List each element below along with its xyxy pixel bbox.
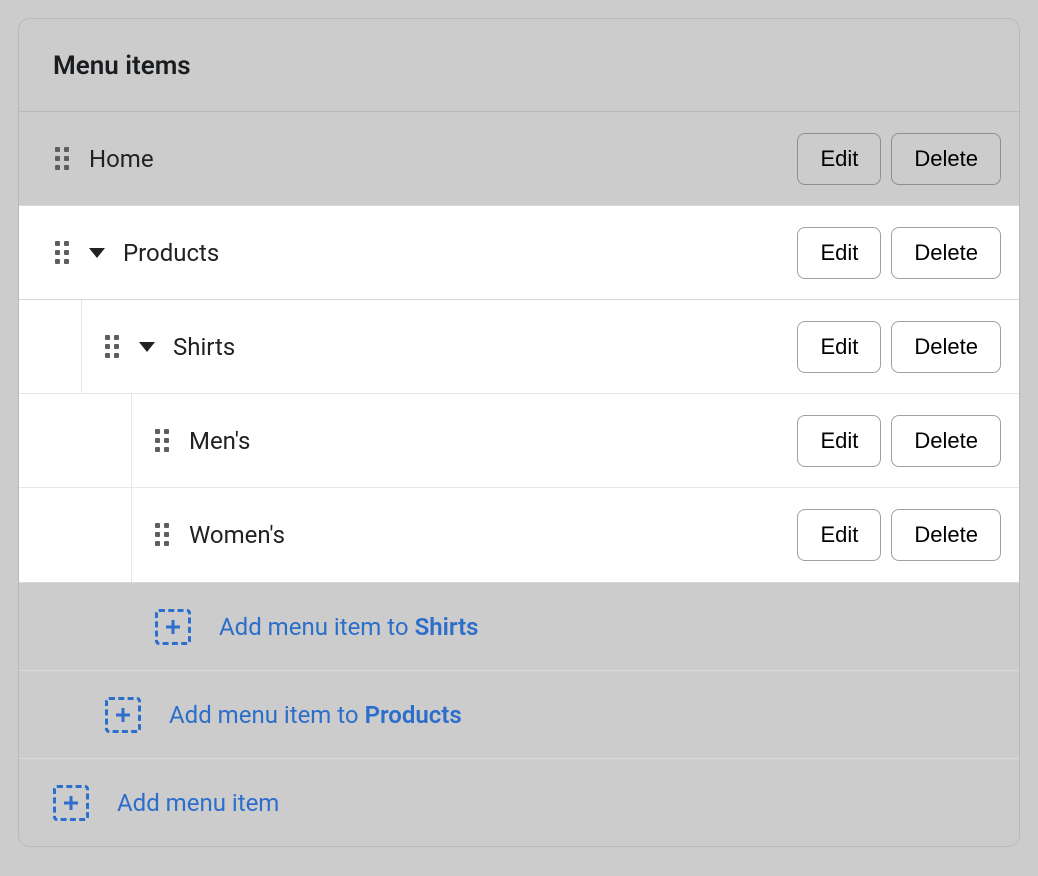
plus-icon xyxy=(53,785,89,821)
delete-button[interactable]: Delete xyxy=(891,415,1001,467)
menu-item-mens: Men's Edit Delete xyxy=(19,394,1019,488)
menu-item-home: Home Edit Delete xyxy=(19,112,1019,206)
card-header: Menu items xyxy=(19,19,1019,112)
add-menu-item-to-shirts[interactable]: Add menu item to Shirts xyxy=(19,582,1019,670)
delete-button[interactable]: Delete xyxy=(891,509,1001,561)
menu-item-products: Products Edit Delete xyxy=(19,206,1019,300)
collapse-icon[interactable] xyxy=(139,342,155,352)
add-link-label: Add menu item xyxy=(117,789,279,817)
collapse-icon[interactable] xyxy=(89,248,105,258)
products-children: Shirts Edit Delete Men's Edit Delete xyxy=(19,300,1019,582)
drag-handle-icon[interactable] xyxy=(53,239,71,267)
edit-button[interactable]: Edit xyxy=(797,227,881,279)
drag-handle-icon[interactable] xyxy=(153,521,171,549)
add-menu-item[interactable]: Add menu item xyxy=(19,758,1019,846)
menu-item-label: Men's xyxy=(189,427,250,455)
add-menu-item-to-products[interactable]: Add menu item to Products xyxy=(19,670,1019,758)
drag-handle-icon[interactable] xyxy=(103,333,121,361)
add-prefix: Add menu item to xyxy=(219,613,415,641)
delete-button[interactable]: Delete xyxy=(891,133,1001,185)
add-target: Shirts xyxy=(415,613,479,641)
delete-button[interactable]: Delete xyxy=(891,227,1001,279)
edit-button[interactable]: Edit xyxy=(797,509,881,561)
drag-handle-icon[interactable] xyxy=(153,427,171,455)
plus-icon xyxy=(155,609,191,645)
menu-items-card: Menu items Home Edit Delete Products Edi… xyxy=(18,18,1020,847)
edit-button[interactable]: Edit xyxy=(797,133,881,185)
add-target: Products xyxy=(365,701,462,729)
menu-item-label: Women's xyxy=(189,521,285,549)
menu-item-womens: Women's Edit Delete xyxy=(19,488,1019,582)
menu-item-label: Products xyxy=(123,239,219,267)
add-link-label: Add menu item to Shirts xyxy=(219,613,478,641)
delete-button[interactable]: Delete xyxy=(891,321,1001,373)
plus-icon xyxy=(105,697,141,733)
shirts-children: Men's Edit Delete Women's Edit Del xyxy=(19,394,1019,582)
edit-button[interactable]: Edit xyxy=(797,321,881,373)
edit-button[interactable]: Edit xyxy=(797,415,881,467)
menu-item-label: Shirts xyxy=(173,333,235,361)
drag-handle-icon[interactable] xyxy=(53,145,71,173)
menu-item-label: Home xyxy=(89,145,154,173)
menu-item-shirts: Shirts Edit Delete xyxy=(19,300,1019,394)
add-link-label: Add menu item to Products xyxy=(169,701,462,729)
add-prefix: Add menu item to xyxy=(169,701,365,729)
card-title: Menu items xyxy=(53,51,985,81)
